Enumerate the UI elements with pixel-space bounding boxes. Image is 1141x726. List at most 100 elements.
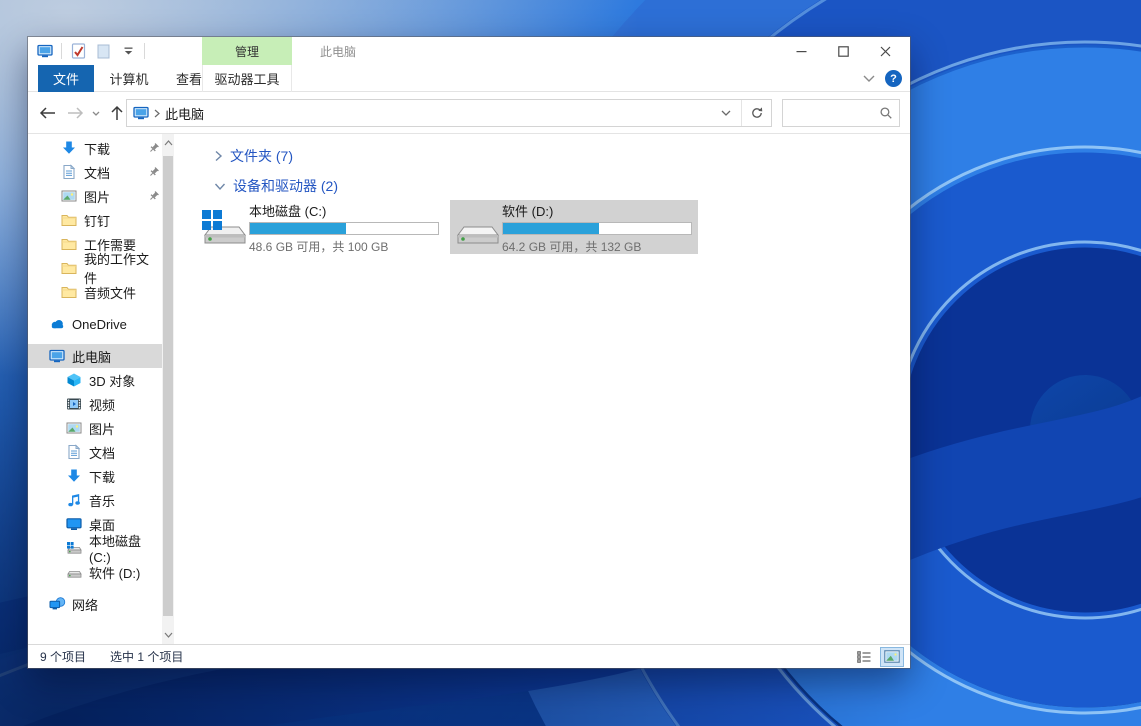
- capacity-bar-fill: [503, 223, 599, 234]
- pictures-icon: [61, 188, 77, 204]
- sidebar-item-label: 视频: [89, 397, 116, 413]
- chevron-down-icon: [214, 183, 226, 190]
- group-header-label: 设备和驱动器 (2): [233, 178, 338, 194]
- drive-icon: [452, 203, 502, 251]
- sidebar-item-label: 软件 (D:): [89, 565, 141, 581]
- sidebar-item-label: 音乐: [89, 493, 116, 509]
- status-selected-count: 选中 1 个项目: [110, 650, 184, 664]
- folder-icon: [61, 284, 77, 300]
- network-icon: [49, 596, 66, 612]
- collapse-ribbon-icon[interactable]: [863, 75, 875, 82]
- quick-access-toolbar: [36, 37, 145, 65]
- drive-capacity-text: 64.2 GB 可用，共 132 GB: [502, 240, 642, 254]
- music-icon: [66, 492, 82, 508]
- breadcrumb-chevron-icon: [154, 109, 160, 117]
- sidebar-item-label: 文档: [84, 165, 111, 181]
- group-header-label: 文件夹 (7): [230, 148, 293, 164]
- sidebar-item-label: 此电脑: [72, 349, 112, 365]
- content-area: 下载 文档 图片 钉钉 工作需要 我的工作文件 音频文件 OneDrive 此电…: [28, 134, 910, 644]
- download-icon: [61, 140, 77, 156]
- refresh-icon[interactable]: [741, 100, 771, 126]
- pictures-icon: [66, 420, 82, 436]
- drive-tile-c[interactable]: 本地磁盘 (C:) 48.6 GB 可用，共 100 GB: [197, 200, 445, 254]
- explorer-window: 管理 此电脑 文件 计算机 查看 驱动器工具 ? 此电脑 下载 文档 图片 钉钉…: [28, 37, 910, 668]
- folder-icon: [61, 260, 77, 276]
- help-icon[interactable]: ?: [885, 70, 902, 87]
- group-header-devices-drives[interactable]: 设备和驱动器 (2): [214, 176, 338, 196]
- drive-tile-d-selected[interactable]: 软件 (D:) 64.2 GB 可用，共 132 GB: [450, 200, 698, 254]
- properties-button[interactable]: [69, 42, 87, 60]
- group-header-folders[interactable]: 文件夹 (7): [214, 146, 293, 166]
- sidebar-item-label: 音频文件: [84, 285, 137, 301]
- folder-icon: [61, 212, 77, 228]
- desktop: 管理 此电脑 文件 计算机 查看 驱动器工具 ? 此电脑 下载 文档 图片 钉钉…: [0, 0, 1141, 726]
- sidebar-item-label: 图片: [84, 189, 111, 205]
- this-pc-icon: [133, 106, 149, 120]
- sidebar-item-label: 下载: [84, 141, 111, 157]
- pin-icon: [148, 190, 160, 202]
- address-bar-buttons: [711, 100, 771, 126]
- address-bar[interactable]: 此电脑: [126, 99, 772, 127]
- onedrive-cloud-icon: [49, 316, 65, 332]
- ribbon-tabs: 文件 计算机 查看 驱动器工具 ?: [28, 65, 910, 92]
- close-button[interactable]: [864, 37, 906, 65]
- address-history-dropdown-icon[interactable]: [711, 100, 741, 126]
- capacity-bar: [502, 222, 692, 235]
- navigation-pane: 下载 文档 图片 钉钉 工作需要 我的工作文件 音频文件 OneDrive 此电…: [28, 134, 188, 644]
- details-view-icon[interactable]: [852, 647, 876, 667]
- toolbar-separator: [144, 43, 145, 59]
- videos-icon: [66, 396, 82, 412]
- drive-capacity-text: 48.6 GB 可用，共 100 GB: [249, 240, 389, 254]
- breadcrumb[interactable]: 此电脑: [127, 100, 210, 126]
- sidebar-item-label: 下载: [89, 469, 116, 485]
- sidebar-scrollbar[interactable]: [162, 134, 174, 644]
- scroll-down-icon[interactable]: [162, 628, 174, 642]
- file-list-area: 文件夹 (7) 设备和驱动器 (2) 本地磁盘 (C:) 48.6 GB 可用，…: [188, 134, 910, 644]
- sidebar-item-label: 3D 对象: [89, 373, 136, 389]
- large-icons-view-icon[interactable]: [880, 646, 904, 667]
- document-icon: [66, 444, 82, 460]
- search-box[interactable]: [782, 99, 900, 127]
- pin-icon: [148, 166, 160, 178]
- tab-drive-tools[interactable]: 驱动器工具: [202, 65, 292, 92]
- sidebar-item-label: 文档: [89, 445, 116, 461]
- drive-name: 软件 (D:): [502, 204, 554, 219]
- 3d-objects-icon: [66, 372, 82, 388]
- up-button[interactable]: [106, 102, 128, 124]
- sidebar-item-this-pc[interactable]: 此电脑: [28, 344, 163, 368]
- status-bar: 9 个项目 选中 1 个项目: [28, 644, 910, 668]
- capacity-bar-fill: [250, 223, 346, 234]
- search-input[interactable]: [783, 106, 873, 120]
- sidebar-item-label: 图片: [89, 421, 116, 437]
- window-controls: [780, 37, 906, 65]
- window-title: 此电脑: [320, 44, 357, 59]
- contextual-tab-group: 管理: [202, 37, 292, 65]
- customize-toolbar-dropdown-icon[interactable]: [119, 42, 137, 60]
- maximize-button[interactable]: [822, 37, 864, 65]
- scrollbar-thumb[interactable]: [163, 156, 173, 616]
- titlebar: 管理 此电脑: [28, 37, 910, 65]
- drive-name: 本地磁盘 (C:): [249, 204, 327, 219]
- pin-icon: [148, 142, 160, 154]
- sidebar-item-label: 钉钉: [84, 213, 111, 229]
- scroll-up-icon[interactable]: [162, 136, 174, 150]
- drive-info: 本地磁盘 (C:) 48.6 GB 可用，共 100 GB: [249, 203, 439, 254]
- tab-file[interactable]: 文件: [38, 65, 94, 92]
- folder-icon: [61, 236, 77, 252]
- document-icon: [61, 164, 77, 180]
- forward-button[interactable]: [64, 102, 86, 124]
- new-folder-button[interactable]: [94, 42, 112, 60]
- search-icon[interactable]: [873, 106, 899, 120]
- recent-locations-dropdown-icon[interactable]: [88, 102, 104, 124]
- drive-icon: [66, 564, 82, 580]
- breadcrumb-location[interactable]: 此电脑: [165, 104, 204, 123]
- status-items-count: 9 个项目: [40, 650, 87, 664]
- back-button[interactable]: [36, 102, 58, 124]
- desktop-icon: [66, 516, 82, 532]
- sidebar-item-label: 网络: [72, 597, 99, 613]
- minimize-button[interactable]: [780, 37, 822, 65]
- download-icon: [66, 468, 82, 484]
- tab-computer[interactable]: 计算机: [94, 65, 164, 92]
- ribbon-right-controls: ?: [863, 65, 902, 92]
- view-toggle-buttons: [852, 646, 904, 667]
